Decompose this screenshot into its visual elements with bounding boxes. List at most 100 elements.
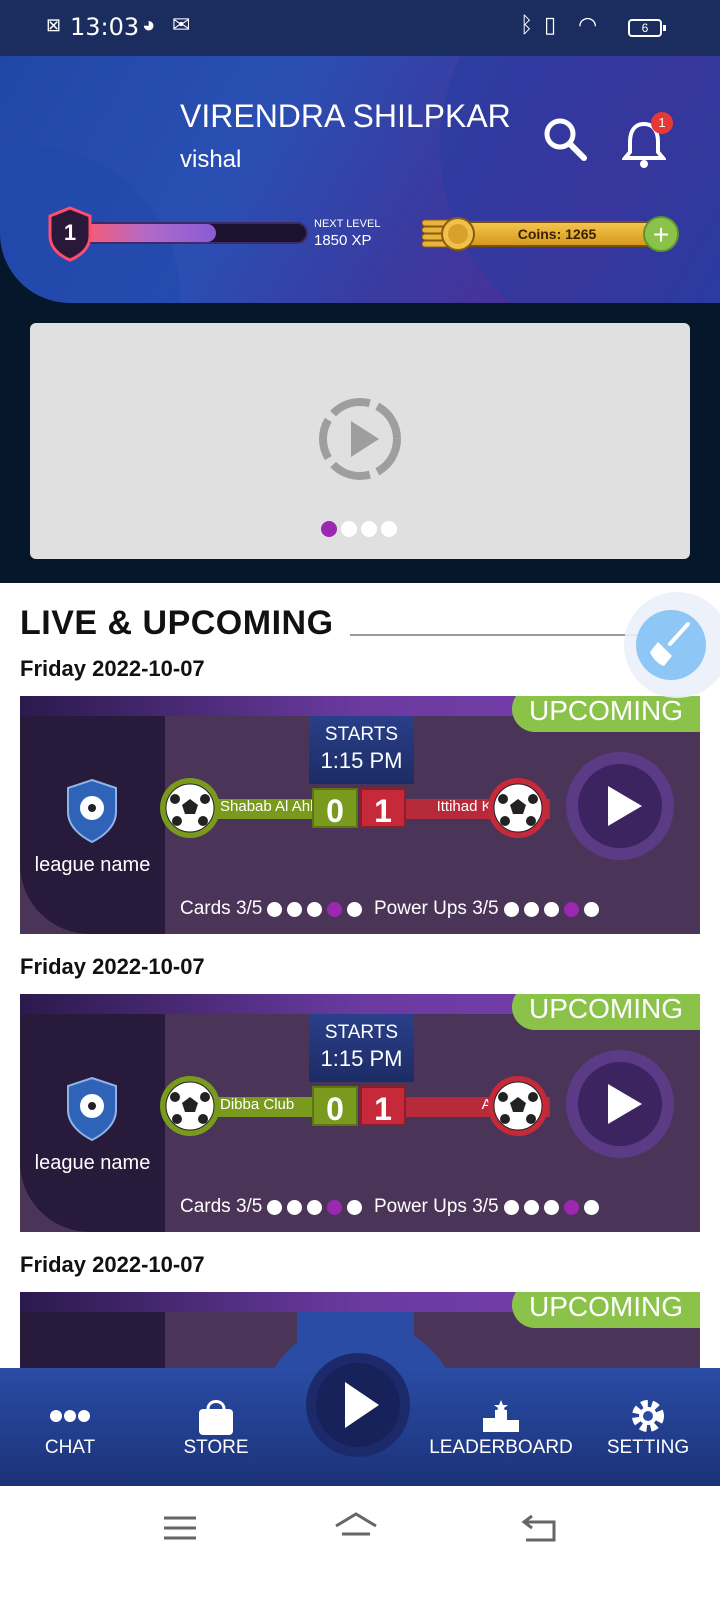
search-icon[interactable]: [540, 114, 590, 164]
pip: [347, 1199, 363, 1215]
start-time-box: STARTS 1:15 PM: [309, 716, 414, 784]
match-card[interactable]: league name UPCOMING STARTS 1:15 PM Shab…: [20, 696, 700, 934]
match-date: Friday 2022-10-07: [20, 954, 205, 979]
start-time: 1:15 PM: [320, 748, 403, 773]
match-card[interactable]: league name UPCOMING STARTS 1:15 PM Dibb…: [20, 994, 700, 1232]
powerups-label: Power Ups 3/5: [374, 1196, 499, 1217]
header-background: [0, 56, 720, 303]
center-play-button[interactable]: [303, 1350, 413, 1460]
nav-leaderboard[interactable]: LEADERBOARD: [426, 1395, 576, 1459]
loading-play-icon: [317, 396, 403, 482]
coins-stack-icon: [420, 214, 480, 254]
level-number: 1: [63, 220, 77, 245]
pip: [563, 901, 579, 917]
notification-bell-icon[interactable]: 1: [622, 112, 673, 168]
next-level-xp: 1850 XP: [314, 232, 372, 249]
pip: [563, 1199, 579, 1215]
away-team-ball-icon: [488, 778, 548, 838]
app-screen: { "status_bar": {"time": "13:03", "batte…: [0, 0, 720, 1600]
play-match-button[interactable]: [564, 1048, 676, 1160]
mail-icon: ✉: [172, 12, 191, 37]
pip: [287, 901, 303, 917]
pip: [327, 901, 343, 917]
pip: [543, 1199, 559, 1215]
pip: [347, 901, 363, 917]
home-team-ball-icon: [160, 1076, 220, 1136]
away-score: 1: [360, 1086, 406, 1127]
carousel-dot[interactable]: [361, 521, 377, 537]
away-score: 1: [360, 788, 406, 829]
away-team-ball-icon: [488, 1076, 548, 1136]
pip: [307, 901, 323, 917]
section-title: LIVE & UPCOMING: [20, 604, 334, 642]
league-name: league name: [34, 1152, 151, 1174]
match-date: Friday 2022-10-07: [20, 1252, 205, 1277]
pip: [583, 901, 599, 917]
nav-leaderboard-label: LEADERBOARD: [429, 1437, 573, 1458]
pip: [503, 1199, 519, 1215]
pip: [267, 1199, 283, 1215]
carousel-dot[interactable]: [341, 521, 357, 537]
status-bar: ⊠ 13:03 ◕ ✉ ᛒ ▯ ◠ 6: [0, 0, 720, 56]
user-handle: vishal: [180, 146, 242, 173]
broom-icon: [636, 610, 706, 680]
pip: [287, 1199, 303, 1215]
carousel-dot[interactable]: [321, 521, 337, 537]
section-divider: [350, 634, 670, 636]
user-name: VIRENDRA SHILPKAR: [180, 98, 511, 134]
chat-dots-icon: [30, 1395, 110, 1437]
status-badge: UPCOMING: [512, 994, 700, 1030]
starts-label: STARTS: [324, 724, 399, 745]
cards-indicator: Cards 3/5: [180, 1196, 363, 1218]
back-icon[interactable]: [520, 1508, 560, 1548]
bluetooth-icon: ᛒ: [520, 12, 534, 37]
carousel-dot[interactable]: [381, 521, 397, 537]
home-score: 0: [312, 788, 358, 829]
starts-label: STARTS: [324, 1022, 399, 1043]
start-time: 1:15 PM: [320, 1046, 403, 1071]
podium-icon: [426, 1395, 576, 1437]
cards-label: Cards 3/5: [180, 1196, 263, 1217]
next-level-label: NEXT LEVEL: [314, 218, 381, 230]
start-time-box: STARTS 1:15 PM: [309, 1014, 414, 1082]
pip: [583, 1199, 599, 1215]
league-shield-icon: [65, 778, 119, 844]
play-match-button[interactable]: [564, 750, 676, 862]
banner-section: [0, 303, 720, 583]
league-shield-icon: [65, 1076, 119, 1142]
menu-icon[interactable]: [160, 1508, 200, 1548]
wifi-icon: ◠: [578, 12, 598, 37]
pip: [267, 901, 283, 917]
add-coins-button[interactable]: +: [643, 216, 679, 252]
status-time: 13:03: [70, 13, 140, 41]
profile-header: VIRENDRA SHILPKAR vishal 1 1 NEXT LEVEL …: [0, 56, 720, 303]
status-badge: UPCOMING: [512, 696, 700, 732]
clean-button[interactable]: [624, 592, 720, 698]
home-icon[interactable]: [332, 1508, 380, 1548]
pip: [543, 901, 559, 917]
battery-level: 6: [641, 21, 649, 35]
powerups-indicator: Power Ups 3/5: [374, 898, 599, 920]
nav-store[interactable]: STORE: [176, 1395, 256, 1459]
notification-badge: 1: [651, 112, 673, 134]
league-panel: league name: [20, 1014, 165, 1232]
sim-off-icon: ⊠: [46, 15, 62, 35]
promo-banner[interactable]: [30, 323, 690, 559]
xp-progress-bar: [78, 222, 308, 244]
pip: [307, 1199, 323, 1215]
carousel-dots: [321, 521, 397, 537]
speed-icon: ◕: [142, 12, 156, 37]
pip: [327, 1199, 343, 1215]
match-date: Friday 2022-10-07: [20, 656, 205, 681]
battery-icon: 6: [628, 19, 666, 37]
pip: [523, 1199, 539, 1215]
nav-chat[interactable]: CHAT: [30, 1395, 110, 1459]
nav-setting[interactable]: SETTING: [598, 1395, 698, 1459]
pip: [523, 901, 539, 917]
nav-store-label: STORE: [183, 1437, 249, 1458]
home-team-ball-icon: [160, 778, 220, 838]
gear-icon: [598, 1395, 698, 1437]
league-panel: league name: [20, 716, 165, 934]
powerups-indicator: Power Ups 3/5: [374, 1196, 599, 1218]
nav-setting-label: SETTING: [606, 1437, 690, 1458]
